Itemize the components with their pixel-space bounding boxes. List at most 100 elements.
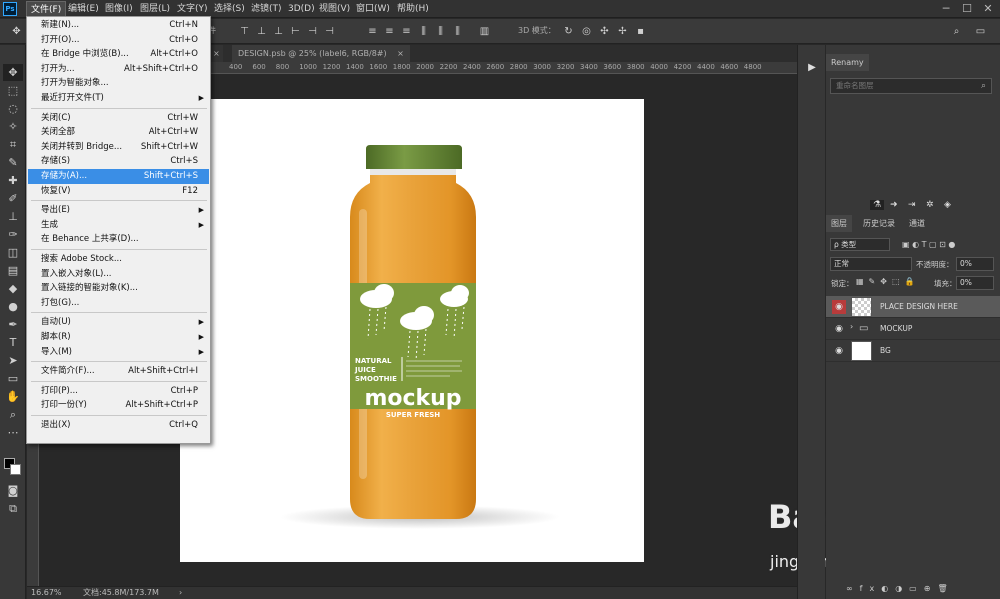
3d-slide-icon[interactable]: ✢ <box>616 25 629 38</box>
distribute-hcenter-icon[interactable]: ⫼ <box>434 25 447 38</box>
file-menu-item[interactable]: 退出(X) Ctrl+Q <box>28 418 209 433</box>
3d-scale-icon[interactable]: ▪ <box>634 25 647 38</box>
history-brush-tool-icon[interactable]: ✑ <box>3 226 23 243</box>
file-menu-item[interactable]: 存储为(A)... Shift+Ctrl+S <box>28 169 209 184</box>
menu-item[interactable]: 图层(L) <box>136 1 174 17</box>
align-vcenter-icon[interactable]: ⊥ <box>255 25 268 38</box>
auto-align-icon[interactable]: ▥ <box>478 25 491 38</box>
tab-channels[interactable]: 通道 <box>904 215 930 232</box>
file-menu-item[interactable]: 在 Bridge 中浏览(B)... Alt+Ctrl+O <box>28 47 209 62</box>
file-menu-item[interactable]: 打印(P)... Ctrl+P <box>28 384 209 399</box>
file-menu-item[interactable]: 导出(E) ▶ <box>28 203 209 218</box>
file-menu-item[interactable]: 存储(S) Ctrl+S <box>28 154 209 169</box>
menu-item[interactable]: 滤镜(T) <box>247 1 286 17</box>
tab-history[interactable]: 历史记录 <box>858 215 900 232</box>
healing-tool-icon[interactable]: ✚ <box>3 172 23 189</box>
layer-actions[interactable]: ∞fx◐◑▭⊕🗑 <box>846 584 996 596</box>
path-icon[interactable]: ➜ <box>890 200 898 210</box>
distribute-top-icon[interactable]: ≡ <box>366 25 379 38</box>
align-left-icon[interactable]: ⊢ <box>289 25 302 38</box>
visibility-eye-icon[interactable]: ◉ <box>832 300 846 314</box>
file-menu-item[interactable]: 自动(U) ▶ <box>28 315 209 330</box>
file-menu-item[interactable]: 打开为智能对象... <box>28 76 209 91</box>
eraser-tool-icon[interactable]: ◫ <box>3 244 23 261</box>
tab-close-icon[interactable]: × <box>397 49 404 58</box>
move-tool-icon[interactable]: ✥ <box>3 64 23 81</box>
layer-row[interactable]: ◉ › ▭ MOCKUP <box>826 318 1000 340</box>
menu-item[interactable]: 视图(V) <box>315 1 354 17</box>
align-top-icon[interactable]: ⊤ <box>238 25 251 38</box>
tab-close-icon[interactable]: × <box>213 45 220 62</box>
lasso-tool-icon[interactable]: ◌ <box>3 100 23 117</box>
3d-pan-icon[interactable]: ✣ <box>598 25 611 38</box>
background-color-swatch[interactable] <box>10 464 21 475</box>
tab-layers[interactable]: 图层 <box>826 215 852 232</box>
type-tool-icon[interactable]: T <box>3 334 23 351</box>
file-menu-item[interactable]: 打印一份(Y) Alt+Shift+Ctrl+P <box>28 398 209 413</box>
blend-mode-select[interactable]: 正常 <box>830 257 912 271</box>
opacity-field[interactable]: 0% <box>956 257 994 271</box>
dodge-tool-icon[interactable]: ● <box>3 298 23 315</box>
menu-item[interactable]: 窗口(W) <box>352 1 394 17</box>
file-menu-item[interactable]: 关闭(C) Ctrl+W <box>28 111 209 126</box>
file-menu-item[interactable]: 打开(O)... Ctrl+O <box>28 33 209 48</box>
menu-item[interactable]: 文字(Y) <box>173 1 212 17</box>
file-menu-item[interactable]: 生成 ▶ <box>28 218 209 233</box>
file-menu-item[interactable]: 导入(M) ▶ <box>28 345 209 360</box>
menu-item[interactable]: 3D(D) <box>284 1 319 17</box>
lock-icons[interactable]: ▦✎✥⬚🔒 <box>856 277 919 286</box>
menu-item[interactable]: 帮助(H) <box>393 1 433 17</box>
search-icon[interactable]: ⌕ <box>950 25 963 38</box>
file-menu-item[interactable]: 打包(G)... <box>28 296 209 311</box>
workspace-icon[interactable]: ▭ <box>974 25 987 38</box>
close-icon[interactable]: ✕ <box>978 0 998 18</box>
3d-roll-icon[interactable]: ◎ <box>580 25 593 38</box>
layer-row[interactable]: ◉ PLACE DESIGN HERE <box>826 296 1000 318</box>
screen-mode-icon[interactable]: ⧉ <box>3 500 23 517</box>
settings-icon[interactable]: ✲ <box>926 200 934 210</box>
pen-tool-icon[interactable]: ✒ <box>3 316 23 333</box>
eyedropper-tool-icon[interactable]: ✎ <box>3 154 23 171</box>
3d-rotate-icon[interactable]: ↻ <box>562 25 575 38</box>
play-icon[interactable]: ▶ <box>804 60 820 76</box>
layer-filter-select[interactable]: ρ 类型 <box>830 238 890 251</box>
distribute-right-icon[interactable]: ⫼ <box>451 25 464 38</box>
blur-tool-icon[interactable]: ◆ <box>3 280 23 297</box>
visibility-eye-icon[interactable]: ◉ <box>832 322 846 336</box>
status-arrow-icon[interactable]: › <box>179 587 182 599</box>
file-menu-item[interactable]: 脚本(R) ▶ <box>28 330 209 345</box>
rectangle-tool-icon[interactable]: ▭ <box>3 370 23 387</box>
distribute-left-icon[interactable]: ⫼ <box>417 25 430 38</box>
maximize-icon[interactable]: ☐ <box>957 0 977 18</box>
menu-item[interactable]: 选择(S) <box>210 1 249 17</box>
file-menu-item[interactable]: 新建(N)... Ctrl+N <box>28 18 209 33</box>
align-hcenter-icon[interactable]: ⊣ <box>306 25 319 38</box>
visibility-eye-icon[interactable]: ◉ <box>832 344 846 358</box>
distribute-vcenter-icon[interactable]: ≡ <box>383 25 396 38</box>
menu-item[interactable]: 编辑(E) <box>64 1 103 17</box>
distribute-bottom-icon[interactable]: ≡ <box>400 25 413 38</box>
document-canvas[interactable]: NATURAL JUICE SMOOTHIE mockup SUPER FRES… <box>180 99 644 562</box>
tab-design[interactable]: DESIGN.psb @ 25% (label6, RGB/8#) × <box>232 45 410 62</box>
fill-field[interactable]: 0% <box>956 276 994 290</box>
zoom-tool-icon[interactable]: ⌕ <box>3 406 23 423</box>
zoom-level[interactable]: 16.67% <box>31 587 62 599</box>
file-menu-item[interactable]: 在 Behance 上共享(D)... <box>28 232 209 247</box>
layer-comp-icon[interactable]: ⚗ <box>870 200 884 210</box>
renamy-title[interactable]: Renamy <box>826 54 869 71</box>
gradient-tool-icon[interactable]: ▤ <box>3 262 23 279</box>
align-bottom-icon[interactable]: ⊥ <box>272 25 285 38</box>
brush-tool-icon[interactable]: ✐ <box>3 190 23 207</box>
search-icon[interactable]: ⌕ <box>981 79 986 93</box>
file-menu-item[interactable]: 文件简介(F)... Alt+Shift+Ctrl+I <box>28 364 209 379</box>
file-menu-item[interactable]: 置入嵌入对象(L)... <box>28 267 209 282</box>
file-menu-item[interactable]: 搜索 Adobe Stock... <box>28 252 209 267</box>
quick-mask-icon[interactable]: ◙ <box>3 482 23 499</box>
menu-item[interactable]: 图像(I) <box>101 1 137 17</box>
info-icon[interactable]: ◈ <box>944 200 951 210</box>
layer-row[interactable]: ◉ BG <box>826 340 1000 362</box>
align-right-icon[interactable]: ⊣ <box>323 25 336 38</box>
move-tool-icon[interactable]: ✥ <box>10 25 23 38</box>
character-icon[interactable]: ⇥ <box>908 200 916 210</box>
minimize-icon[interactable]: ─ <box>936 0 956 18</box>
